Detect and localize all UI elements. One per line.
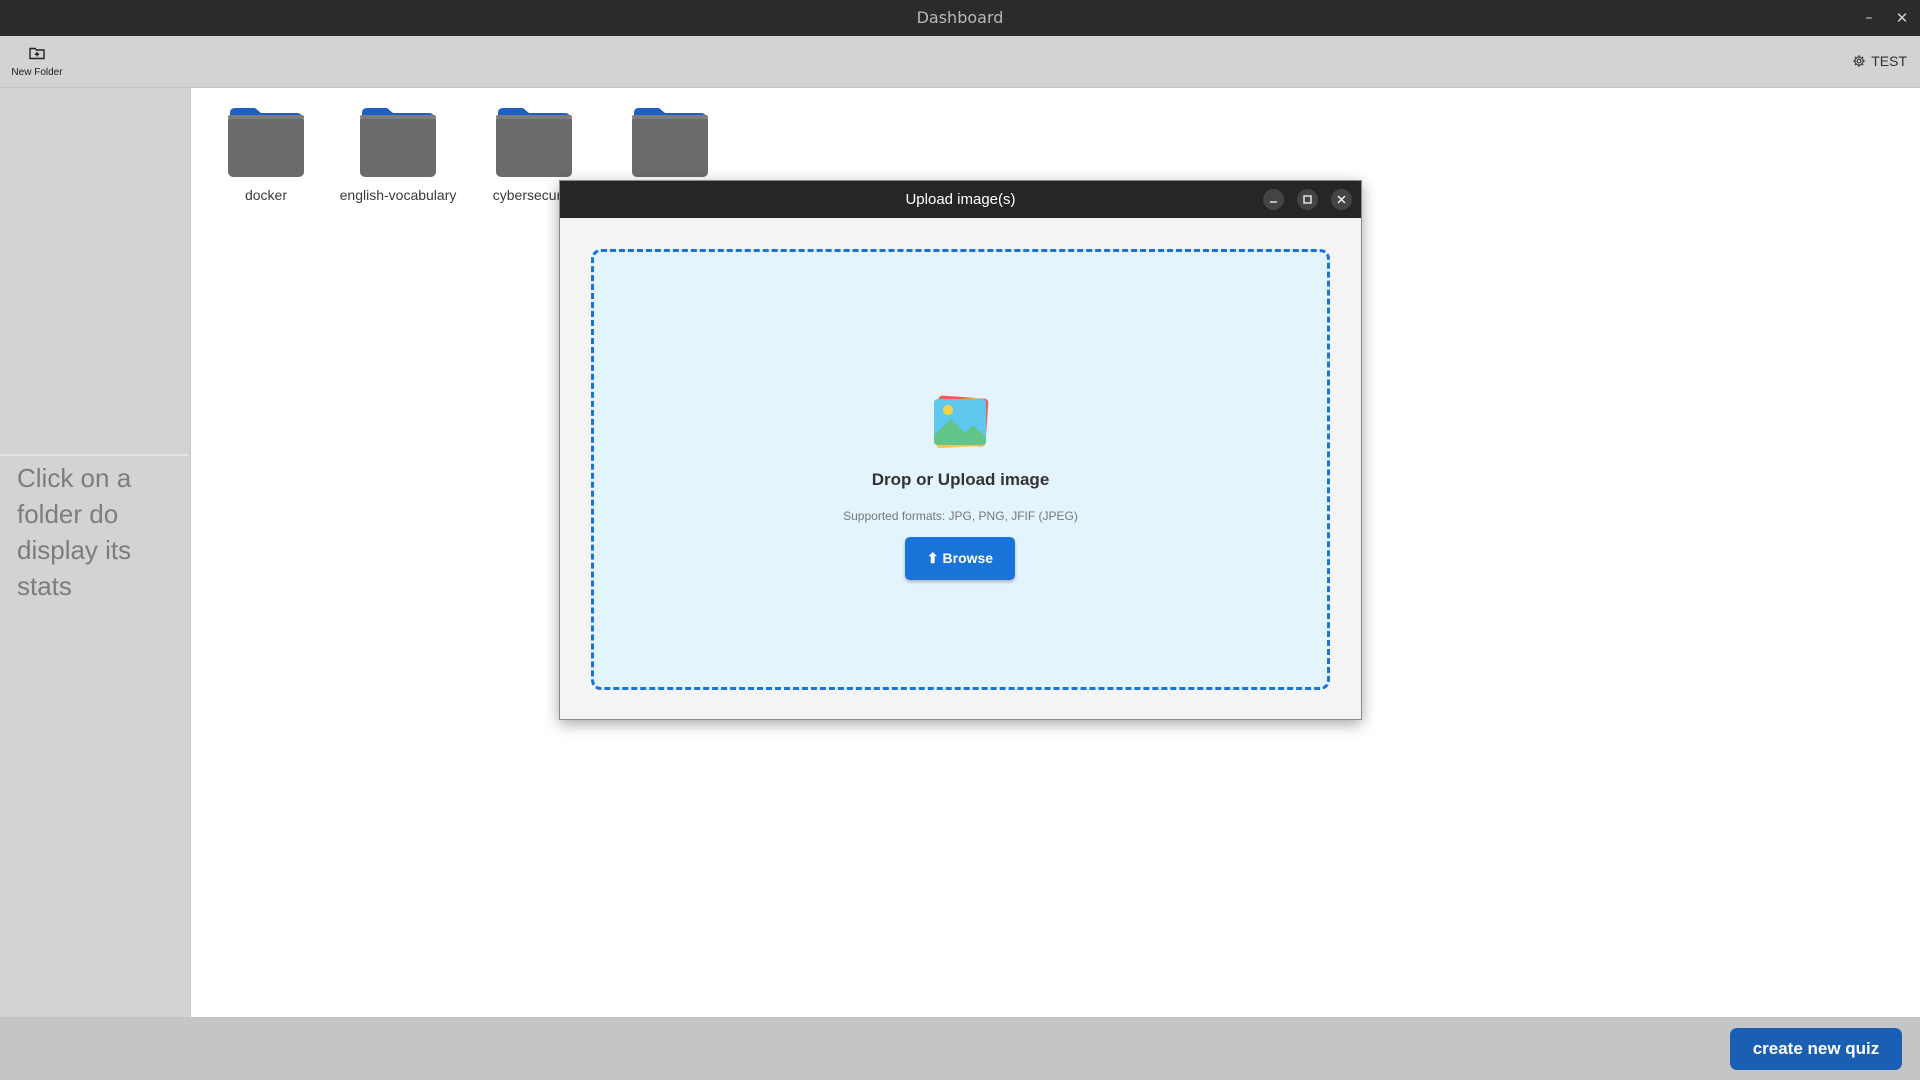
window-titlebar: Dashboard – ✕ [0, 0, 1920, 36]
image-gallery-icon [933, 395, 989, 449]
gear-icon [1853, 55, 1866, 67]
dialog-minimize-button[interactable] [1263, 189, 1284, 210]
window-close-button[interactable]: ✕ [1885, 0, 1919, 36]
folder-plus-icon [29, 47, 45, 60]
settings-label: TEST [1871, 53, 1907, 69]
dialog-titlebar[interactable]: Upload image(s) [560, 181, 1361, 218]
supported-formats: Supported formats: JPG, PNG, JFIF (JPEG) [843, 509, 1078, 523]
dialog-close-button[interactable] [1331, 189, 1352, 210]
drop-title: Drop or Upload image [871, 470, 1050, 489]
folder-icon [228, 108, 304, 177]
drop-zone[interactable]: Drop or Upload image Supported formats: … [591, 249, 1330, 690]
sidebar-hint: Click on a folder do display its stats [17, 463, 132, 601]
browse-button[interactable]: ⬆ Browse [905, 537, 1015, 580]
folder-label: docker [244, 187, 288, 203]
new-folder-button[interactable]: New Folder [6, 45, 68, 78]
toolbar: New Folder TEST [0, 36, 1920, 88]
dialog-title: Upload image(s) [905, 191, 1016, 208]
folder-icon [632, 108, 708, 177]
sidebar: Click on a folder do display its stats [0, 88, 191, 1017]
folder-label: english-vocabulary [339, 187, 457, 203]
close-icon [1337, 195, 1346, 204]
bottom-bar: create new quiz [0, 1017, 1920, 1080]
new-folder-label: New Folder [11, 67, 63, 78]
folder-item[interactable]: english-vocabulary [328, 105, 468, 203]
settings-button[interactable]: TEST [1852, 53, 1907, 69]
create-quiz-button[interactable]: create new quiz [1730, 1028, 1902, 1070]
window-title: Dashboard [916, 8, 1004, 27]
folder-icon [496, 108, 572, 177]
sidebar-divider [0, 454, 188, 456]
window-minimize-button[interactable]: – [1852, 0, 1886, 36]
dialog-maximize-button[interactable] [1297, 189, 1318, 210]
folder-item[interactable] [600, 105, 740, 187]
folder-item[interactable]: docker [196, 105, 336, 203]
minimize-icon [1270, 201, 1277, 203]
maximize-icon [1303, 195, 1312, 204]
upload-dialog: Upload image(s) Drop or Upload image Sup… [559, 180, 1362, 720]
folder-icon [360, 108, 436, 177]
